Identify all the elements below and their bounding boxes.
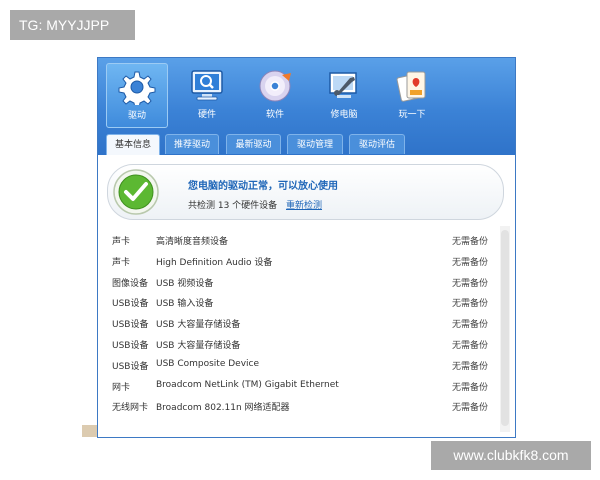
device-row[interactable]: 声卡 高清晰度音频设备 无需备份 <box>112 230 492 251</box>
backup-status: 无需备份 <box>452 278 489 289</box>
toolbar-software-button[interactable]: 软件 <box>244 63 306 128</box>
device-name: 高清晰度音频设备 <box>156 237 229 247</box>
scrollbar[interactable] <box>500 226 510 432</box>
status-title: 您电脑的驱动正常，可以放心使用 <box>188 181 338 192</box>
device-category: 声卡 <box>112 257 131 268</box>
checkmark-icon <box>113 169 159 215</box>
playing-cards-icon <box>396 71 426 102</box>
scrollbar-thumb[interactable] <box>501 230 509 426</box>
device-name: USB Composite Device <box>156 358 260 369</box>
toolbar-repair-button[interactable]: 修电脑 <box>313 63 375 128</box>
device-name: USB 大容量存储设备 <box>156 340 241 351</box>
device-name: USB 输入设备 <box>156 299 214 310</box>
device-row[interactable]: USB设备 USB 大容量存储设备 无需备份 <box>112 313 492 334</box>
device-row[interactable]: 无线网卡 Broadcom 802.11n 网络适配器 无需备份 <box>112 396 492 417</box>
background-edge <box>82 425 98 437</box>
device-category: USB设备 <box>112 340 149 351</box>
device-row[interactable]: 图像设备 USB 视频设备 无需备份 <box>112 272 492 293</box>
backup-status: 无需备份 <box>452 382 489 393</box>
backup-status: 无需备份 <box>452 299 489 310</box>
status-panel: 您电脑的驱动正常，可以放心使用 共检测 13 个硬件设备 重新检测 <box>107 164 504 220</box>
device-list: 声卡 高清晰度音频设备 无需备份 声卡 High Definition Audio 设备… <box>112 230 492 417</box>
toolbar-driver-label: 驱动 <box>127 111 146 121</box>
rescan-link[interactable]: 重新检测 <box>286 198 322 211</box>
toolbar-hardware-label: 硬件 <box>197 110 216 120</box>
device-category: USB设备 <box>112 299 149 310</box>
device-row[interactable]: USB设备 USB 大容量存储设备 无需备份 <box>112 334 492 355</box>
device-row[interactable]: USB设备 USB Composite Device 无需备份 <box>112 355 492 376</box>
gear-icon <box>118 71 156 105</box>
tab-recommended-drivers[interactable]: 推荐驱动 <box>165 134 219 154</box>
toolbar: 驱动 硬件 软件 修电脑 玩一下 基本信息 推荐驱动 最新驱动 驱动管理 驱动评… <box>98 58 515 155</box>
backup-status: 无需备份 <box>452 361 489 372</box>
toolbar-play-label: 玩一下 <box>398 110 426 120</box>
monitor-search-icon <box>191 70 223 101</box>
device-row[interactable]: USB设备 USB 输入设备 无需备份 <box>112 292 492 313</box>
watermark-top: TG: MYYJJPP <box>10 10 135 40</box>
tab-latest-drivers[interactable]: 最新驱动 <box>226 134 281 154</box>
toolbar-repair-label: 修电脑 <box>330 110 358 120</box>
disc-icon <box>259 70 291 102</box>
backup-status: 无需备份 <box>452 257 489 268</box>
tab-driver-management[interactable]: 驱动管理 <box>287 134 343 154</box>
device-name: Broadcom NetLink (TM) Gigabit Ethernet <box>156 379 339 390</box>
backup-status: 无需备份 <box>452 403 489 414</box>
device-name: USB 视频设备 <box>156 278 214 289</box>
backup-status: 无需备份 <box>452 340 489 351</box>
device-name: High Definition Audio 设备 <box>156 257 273 268</box>
device-category: 声卡 <box>112 237 131 247</box>
device-category: 图像设备 <box>112 278 149 289</box>
device-category: 网卡 <box>112 382 131 393</box>
device-name: Broadcom 802.11n 网络适配器 <box>156 403 290 414</box>
driver-manager-window: 驱动 硬件 软件 修电脑 玩一下 基本信息 推荐驱动 最新驱动 驱动管理 驱动评… <box>97 57 516 438</box>
backup-status: 无需备份 <box>452 320 489 331</box>
device-category: USB设备 <box>112 361 149 372</box>
device-category: 无线网卡 <box>112 403 149 414</box>
backup-status: 无需备份 <box>452 237 489 247</box>
status-detail: 共检测 13 个硬件设备 <box>188 201 278 211</box>
toolbar-software-label: 软件 <box>265 110 284 120</box>
toolbar-play-button[interactable]: 玩一下 <box>381 63 443 128</box>
watermark-bottom: www.clubkfk8.com <box>431 441 591 470</box>
wrench-screen-icon <box>329 72 357 98</box>
tab-basic-info[interactable]: 基本信息 <box>106 134 160 155</box>
tab-driver-evaluation[interactable]: 驱动评估 <box>349 134 405 154</box>
device-row[interactable]: 声卡 High Definition Audio 设备 无需备份 <box>112 251 492 272</box>
device-category: USB设备 <box>112 320 149 331</box>
device-name: USB 大容量存储设备 <box>156 320 241 331</box>
toolbar-hardware-button[interactable]: 硬件 <box>176 63 238 128</box>
toolbar-driver-button[interactable]: 驱动 <box>106 63 168 128</box>
device-row[interactable]: 网卡 Broadcom NetLink (TM) Gigabit Ethernet… <box>112 376 492 397</box>
